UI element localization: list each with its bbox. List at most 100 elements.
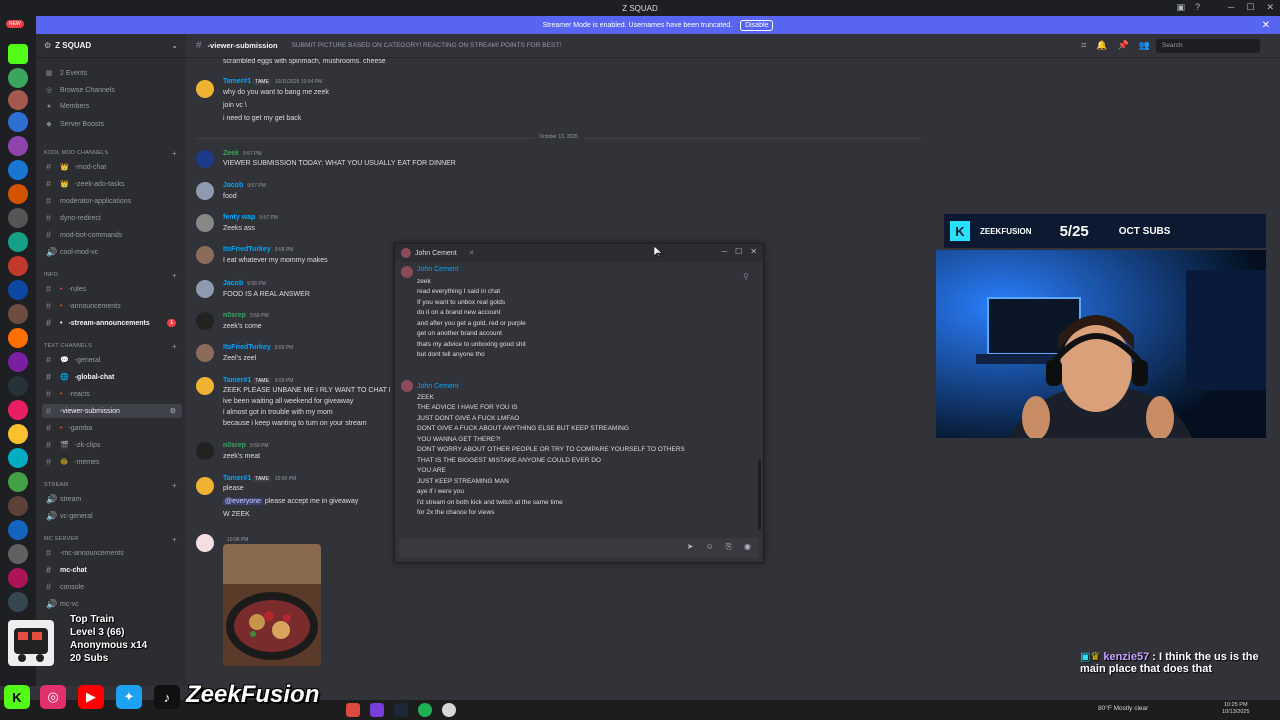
avatar[interactable] [196,312,214,330]
server-icon[interactable] [8,90,28,110]
weather-widget[interactable]: 80°F Mostly clear [1098,705,1148,712]
channel-cool-mod-vc[interactable]: 🔊 cool-mod-vc [42,245,182,259]
popout-minimize-button[interactable]: ─ [721,247,727,256]
taskbar-clock[interactable]: 10:25 PM 10/13/2025 [1222,702,1250,716]
channel-zeek-ado-tasks[interactable]: # 👑 -zeek-ado-tasks [42,177,182,191]
avatar[interactable] [196,150,214,168]
message-author[interactable]: Tamer#1 TAME 10:00 PM [223,475,296,482]
server-icon[interactable] [8,400,28,420]
pin-icon[interactable]: ⚲ [743,272,749,281]
channel-moderator-applications[interactable]: # moderator-applications [42,194,182,208]
server-icon[interactable] [8,568,28,588]
server-icon[interactable] [8,376,28,396]
add-channel-icon[interactable]: + [172,271,177,280]
channel-gamba[interactable]: # • -gamba [42,421,182,435]
server-icon-kick[interactable] [8,44,28,64]
popout-message-author[interactable]: John Cement [417,383,459,390]
taskbar-app-icon[interactable] [370,703,384,717]
browse-channels-link[interactable]: ◎ Browse Channels [44,86,115,95]
channel-rules[interactable]: # • -rules [42,282,182,296]
server-icon[interactable] [8,448,28,468]
message-author[interactable]: Jacob 9:58 PM [223,280,266,287]
server-icon[interactable] [8,136,28,156]
channel-stream-announcements[interactable]: # • -stream-announcements 1 [42,316,182,330]
events-link[interactable]: ▦ 2 Events [44,69,88,78]
avatar[interactable] [196,182,214,200]
avatar[interactable] [196,442,214,460]
avatar[interactable] [196,477,214,495]
server-icon[interactable] [8,208,28,228]
message-author[interactable]: fenty wap 9:57 PM [223,214,278,221]
channel-general[interactable]: # 💬 -general [42,353,182,367]
category-kool-mod[interactable]: Kool mod channels + [44,149,177,158]
channel-mc-announcements[interactable]: # -mc-announcements [42,546,182,560]
add-channel-icon[interactable]: + [172,149,177,158]
popout-maximize-button[interactable]: ☐ [735,247,742,256]
server-icon[interactable] [8,160,28,180]
taskbar-app-icon[interactable] [442,703,456,717]
message-author[interactable]: n0srep 9:59 PM [223,312,269,319]
server-boosts-link[interactable]: ◆ Server Boosts [44,120,104,129]
popout-message-input[interactable]: ➤ ☺ ⎘ ◉ [399,538,759,558]
avatar[interactable] [196,214,214,232]
close-button[interactable]: ✕ [1266,2,1274,13]
channel-vc-general[interactable]: 🔊 vc-general [42,509,182,523]
emoji-icon[interactable]: ☺ [705,542,713,552]
attach-icon[interactable]: ⎘ [726,542,732,552]
help-icon[interactable]: ? [1195,2,1200,13]
add-channel-icon[interactable]: + [172,342,177,351]
channel-reacts[interactable]: # • -reacts [42,387,182,401]
avatar[interactable] [196,80,214,98]
server-icon[interactable] [8,352,28,372]
popout-scrollbar[interactable] [758,460,761,530]
server-icon[interactable] [8,592,28,612]
server-icon[interactable] [8,544,28,564]
category-info[interactable]: Info + [44,271,177,280]
taskbar-app-icon[interactable] [394,703,408,717]
server-icon[interactable] [8,304,28,324]
server-header[interactable]: ⚙ Z SQUAD ⌄ [36,34,186,58]
channel-mod-chat[interactable]: # 👑 -mod-chat [42,160,182,174]
channel-memes[interactable]: # 😂 -memes [42,455,182,469]
channel-announcements[interactable]: # • -announcements [42,299,182,313]
channel-settings-icon[interactable]: ⚙ [170,407,176,415]
inbox-icon[interactable]: ▣ [1176,2,1185,13]
server-icon[interactable] [8,496,28,516]
avatar[interactable] [196,246,214,264]
channel-console[interactable]: # console [42,580,182,594]
close-tab-icon[interactable]: ✕ [469,249,475,257]
category-mc-server[interactable]: MC SERVER + [44,535,177,544]
category-text-channels[interactable]: Text Channels + [44,342,177,351]
avatar[interactable] [196,534,214,552]
server-icon[interactable] [8,184,28,204]
threads-icon[interactable]: ⌗ [1081,40,1086,51]
popout-close-button[interactable]: ✕ [750,247,757,256]
message-author[interactable]: ItsFriedTurkey 9:58 PM [223,246,293,253]
sticker-icon[interactable]: ◉ [744,542,751,552]
everyone-mention[interactable]: @everyone [223,498,263,505]
add-channel-icon[interactable]: + [172,481,177,490]
add-channel-icon[interactable]: + [172,535,177,544]
minimize-button[interactable]: ─ [1228,2,1234,13]
channel-global-chat[interactable]: # 🌐 -global-chat [42,370,182,384]
avatar[interactable] [196,377,214,395]
server-icon[interactable] [8,424,28,444]
channel-mc-chat[interactable]: # mc-chat [42,563,182,577]
channel-mc-vc[interactable]: 🔊 mc-vc [42,597,182,611]
message-author[interactable]: Tamer#1 TAME 10/11/2025 10:54 PM [223,78,322,85]
message-author[interactable]: ItsFriedTurkey 9:59 PM [223,344,293,351]
message-author[interactable]: Zeek 9:57 PM [223,150,262,157]
disable-button[interactable]: Disable [740,19,774,31]
message-author[interactable]: Jacob 9:57 PM [223,182,266,189]
notification-bell-icon[interactable]: 🔔 [1096,40,1107,51]
category-stream[interactable]: STREAM + [44,481,177,490]
popout-message-author[interactable]: John Cement [417,266,459,273]
server-icon[interactable] [8,328,28,348]
search-input[interactable]: Search [1156,39,1260,53]
maximize-button[interactable]: ☐ [1246,2,1254,13]
popout-header[interactable]: John Cement ✕ ─ ☐ ✕ [395,244,763,262]
server-icon[interactable] [8,280,28,300]
message-author[interactable]: n0srep 9:59 PM [223,442,269,449]
server-icon[interactable] [8,256,28,276]
send-icon[interactable]: ➤ [687,542,694,552]
